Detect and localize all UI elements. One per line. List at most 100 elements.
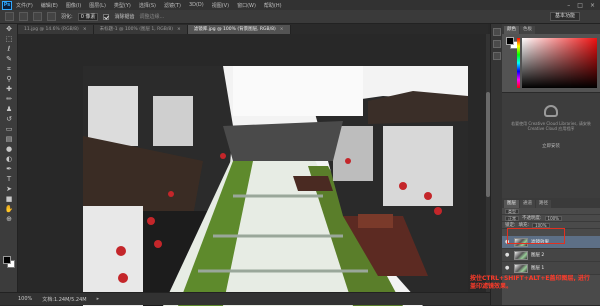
- tutorial-caption: 按住CTRL+SHIFT+ALT+E盖印图层, 进行盖印滤镜效果。: [470, 275, 590, 290]
- menu-view[interactable]: 视图(V): [212, 2, 229, 9]
- subtract-selection-button[interactable]: [47, 12, 56, 21]
- layer-thumbnail: [514, 263, 528, 273]
- libraries-panel: 若要使用 Creative Cloud Libraries, 请安装 Creat…: [502, 92, 600, 198]
- layer-kind-filter[interactable]: 类型: [505, 208, 519, 214]
- dodge-tool-icon[interactable]: ◐: [2, 155, 16, 164]
- menu-type[interactable]: 类型(Y): [114, 2, 131, 9]
- close-icon[interactable]: ×: [177, 27, 181, 32]
- libraries-message: 若要使用 Creative Cloud Libraries, 请安装 Creat…: [511, 121, 591, 131]
- panel-dock: [490, 24, 502, 305]
- layer-row[interactable]: ● 图层 2: [502, 249, 600, 262]
- gradient-tool-icon[interactable]: ▤: [2, 135, 16, 144]
- fill-input[interactable]: 100%: [532, 222, 550, 228]
- color-spectrum[interactable]: [522, 38, 597, 88]
- status-bar: 100% 文档:1.24M/5.24M ▸: [0, 292, 490, 305]
- marquee-tool-icon[interactable]: ⬚: [2, 35, 16, 44]
- doc-tab-2[interactable]: 未标题-1 @ 100% (图层 1, RGB/8) ×: [93, 25, 188, 34]
- zoom-level[interactable]: 100%: [18, 296, 32, 302]
- feather-input[interactable]: 0 像素: [77, 12, 99, 21]
- color-swatches[interactable]: [3, 256, 15, 268]
- menu-help[interactable]: 帮助(H): [264, 2, 282, 9]
- blur-tool-icon[interactable]: ●: [2, 145, 16, 154]
- add-selection-button[interactable]: [33, 12, 42, 21]
- history-panel-icon[interactable]: [493, 28, 501, 36]
- layer-name[interactable]: 图层 1: [531, 265, 544, 271]
- tab-paths[interactable]: 路径: [536, 200, 551, 208]
- tab-color[interactable]: 颜色: [504, 26, 519, 34]
- chevron-right-icon[interactable]: ▸: [97, 296, 100, 302]
- layer-name[interactable]: 图层 2: [531, 252, 544, 258]
- menu-window[interactable]: 窗口(W): [237, 2, 256, 9]
- lasso-tool-icon[interactable]: ℓ: [2, 45, 16, 54]
- marquee-tool-preset[interactable]: [5, 12, 14, 21]
- canvas-area[interactable]: [18, 34, 490, 306]
- maximize-icon[interactable]: □: [577, 2, 583, 9]
- right-panels: 颜色 色板 若要使用 Creative Cloud Libraries, 请安装…: [502, 24, 600, 305]
- layer-filter-row: 类型: [502, 208, 600, 215]
- healing-tool-icon[interactable]: ✚: [2, 85, 16, 94]
- canvas-image[interactable]: [83, 66, 468, 306]
- menu-image[interactable]: 图像(I): [66, 2, 81, 9]
- doc-size: 文档:1.24M/5.24M: [42, 296, 87, 303]
- menu-bar: Ps 文件(F) 编辑(E) 图像(I) 图层(L) 类型(Y) 选择(S) 滤…: [0, 0, 600, 10]
- blend-mode-select[interactable]: 正常: [505, 215, 519, 221]
- layer-row[interactable]: ● 图层 1: [502, 262, 600, 275]
- minimize-icon[interactable]: –: [567, 2, 570, 9]
- close-icon[interactable]: ×: [590, 2, 595, 9]
- crop-tool-icon[interactable]: ⌗: [2, 65, 16, 74]
- properties-panel-icon[interactable]: [493, 40, 501, 48]
- tab-swatches[interactable]: 色板: [520, 26, 535, 34]
- water-town-image: [83, 66, 468, 306]
- tab-layers[interactable]: 图层: [504, 200, 519, 208]
- photoshop-logo: Ps: [2, 0, 12, 10]
- close-icon[interactable]: ×: [280, 27, 284, 32]
- layer-thumbnail: [514, 250, 528, 260]
- history-brush-icon[interactable]: ↺: [2, 115, 16, 124]
- zoom-tool-icon[interactable]: ⊕: [2, 215, 16, 224]
- move-tool-icon[interactable]: ✥: [2, 25, 16, 34]
- foreground-color-mini[interactable]: [506, 37, 514, 45]
- pen-tool-icon[interactable]: ✒: [2, 165, 16, 174]
- foreground-color-swatch[interactable]: [3, 256, 11, 264]
- doc-tab-3[interactable]: 滤镜库.jpg @ 100% (背景图层, RGB/8) ×: [187, 25, 291, 34]
- stamp-tool-icon[interactable]: ♟: [2, 105, 16, 114]
- type-tool-icon[interactable]: T: [2, 175, 16, 184]
- eyedropper-tool-icon[interactable]: ⚲: [2, 75, 16, 84]
- hand-tool-icon[interactable]: ✋: [2, 205, 16, 214]
- menu-3d[interactable]: 3D(D): [189, 2, 204, 8]
- close-icon[interactable]: ×: [83, 27, 87, 32]
- doc-tab-1[interactable]: 11.jpg @ 14.6% (RGB/8) ×: [18, 25, 94, 34]
- shape-tool-icon[interactable]: ■: [2, 195, 16, 204]
- creative-cloud-icon: [544, 105, 558, 117]
- workspace-select[interactable]: 基本功能: [549, 12, 580, 21]
- menu-select[interactable]: 选择(S): [139, 2, 156, 9]
- refine-edge-button[interactable]: 调整边缘...: [139, 13, 164, 20]
- opacity-label: 不透明度:: [522, 216, 542, 221]
- document-tabs: 11.jpg @ 14.6% (RGB/8) × 未标题-1 @ 100% (图层…: [18, 24, 488, 34]
- antialias-checkbox[interactable]: [103, 13, 110, 20]
- selected-layer-highlight: [507, 228, 565, 244]
- eye-icon[interactable]: ●: [505, 252, 511, 258]
- window-controls: – □ ×: [567, 2, 595, 9]
- new-selection-button[interactable]: [19, 12, 28, 21]
- brush-tool-icon[interactable]: ✏: [2, 95, 16, 104]
- install-now-link[interactable]: 立即安装: [536, 143, 566, 150]
- menu-file[interactable]: 文件(F): [16, 2, 33, 9]
- adjustments-panel-icon[interactable]: [493, 52, 501, 60]
- eye-icon[interactable]: ●: [505, 265, 511, 271]
- menu-layer[interactable]: 图层(L): [89, 2, 106, 9]
- color-panel-tabs: 颜色 色板: [502, 24, 600, 34]
- feather-label: 羽化:: [61, 14, 73, 20]
- color-panel: [502, 34, 600, 92]
- tools-panel: ✥ ⬚ ℓ ✎ ⌗ ⚲ ✚ ✏ ♟ ↺ ▭ ▤ ● ◐ ✒ T ➤ ■ ✋ ⊕: [0, 24, 18, 292]
- quick-select-tool-icon[interactable]: ✎: [2, 55, 16, 64]
- eraser-tool-icon[interactable]: ▭: [2, 125, 16, 134]
- hue-slider[interactable]: [517, 38, 520, 88]
- opacity-input[interactable]: 100%: [544, 215, 562, 221]
- tab-channels[interactable]: 通道: [520, 200, 535, 208]
- menu-edit[interactable]: 编辑(E): [41, 2, 58, 9]
- layers-panel-tabs: 图层 通道 路径: [502, 198, 600, 208]
- menu-filter[interactable]: 滤镜(T): [164, 2, 181, 9]
- blend-row: 正常 不透明度: 100%: [502, 215, 600, 222]
- path-select-tool-icon[interactable]: ➤: [2, 185, 16, 194]
